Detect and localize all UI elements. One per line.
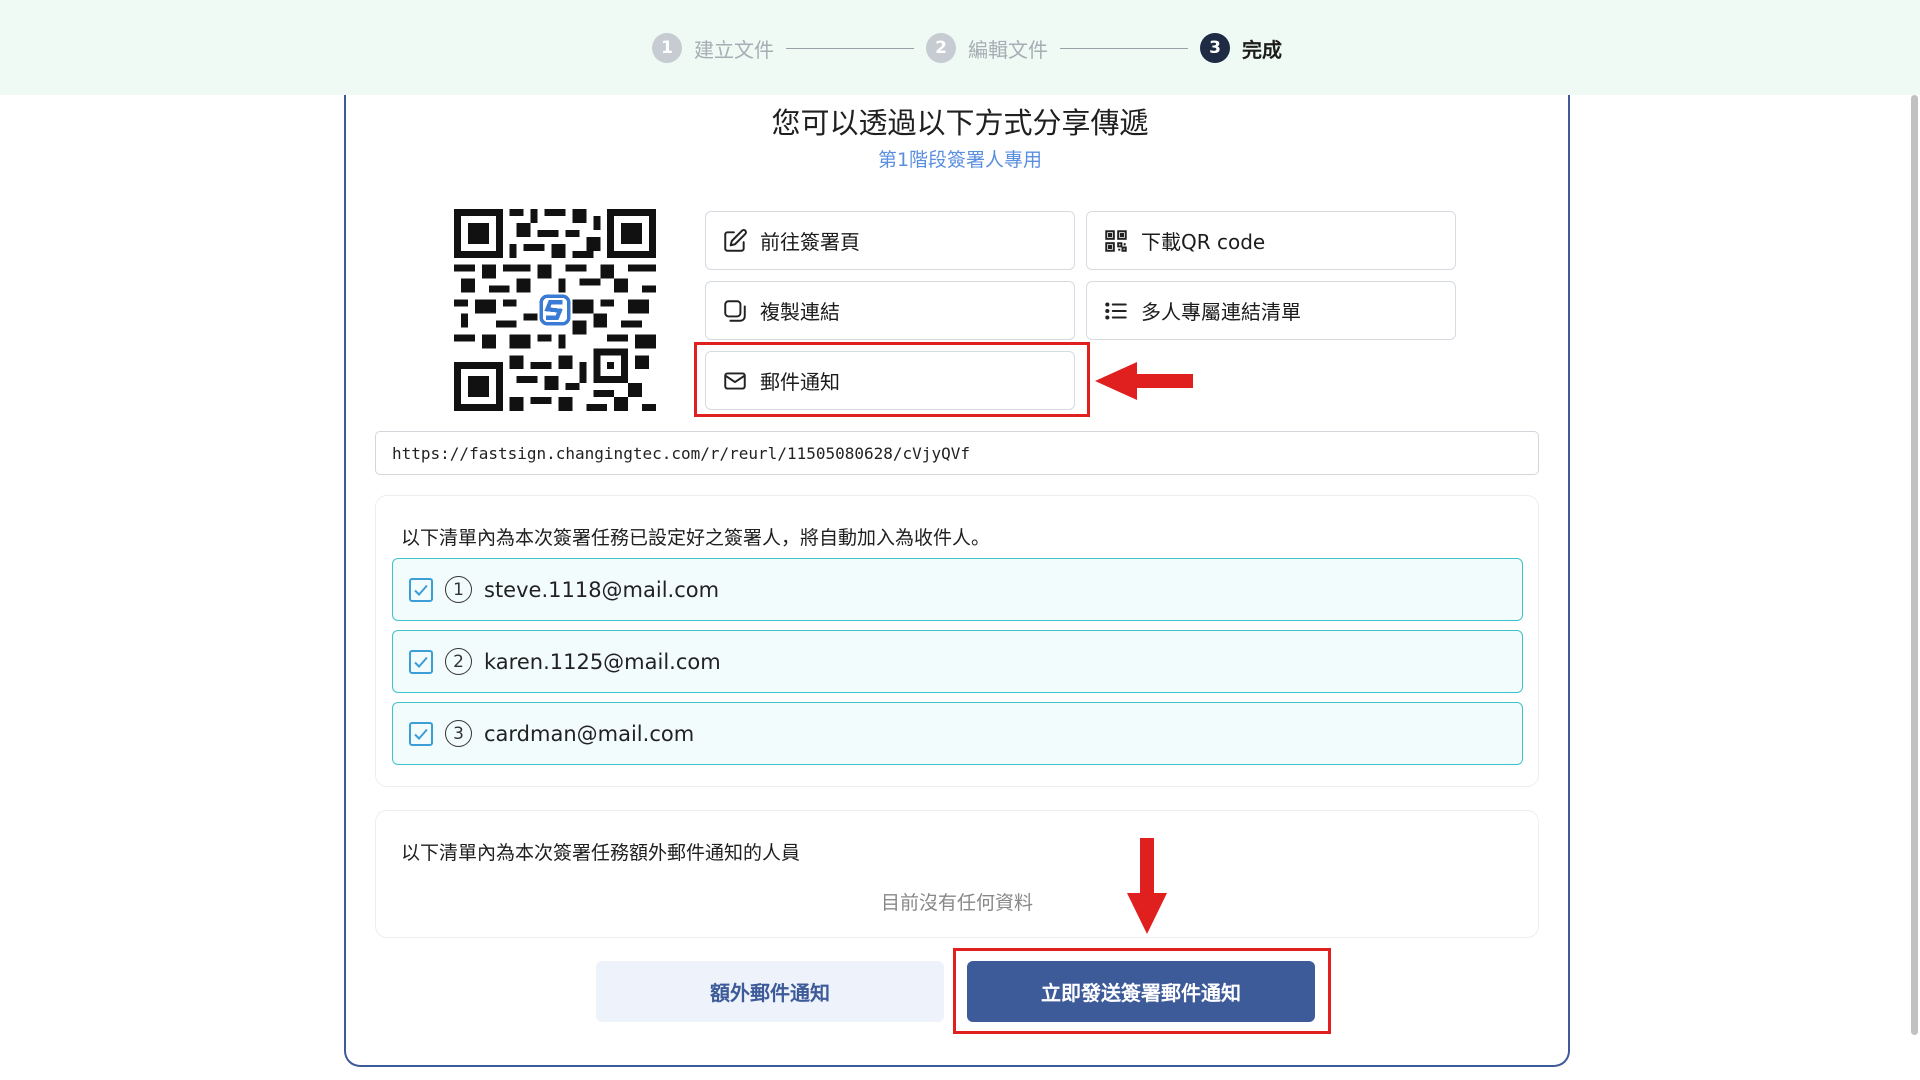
signers-panel: 以下清單內為本次簽署任務已設定好之簽署人，將自動加入為收件人。 1 steve.… (375, 495, 1539, 787)
download-qr-code-button[interactable]: 下載QR code (1086, 211, 1456, 270)
recipient-checkbox[interactable] (409, 577, 433, 602)
step-complete: 3 完成 (1200, 33, 1282, 63)
recipient-order: 2 (445, 648, 472, 675)
list-icon (1101, 296, 1131, 326)
stepper: 1 建立文件 2 編輯文件 3 完成 (652, 30, 1282, 66)
copy-link-button[interactable]: 複製連結 (705, 281, 1075, 340)
empty-state-text: 目前沒有任何資料 (880, 892, 1033, 914)
step-label: 編輯文件 (968, 37, 1048, 62)
vertical-scrollbar[interactable] (1911, 95, 1918, 1035)
recipient-row[interactable]: 3 cardman@mail.com (392, 702, 1523, 765)
page-subtitle: 第1階段簽署人專用 (877, 149, 1043, 171)
page-title: 您可以透過以下方式分享傳遞 (771, 106, 1149, 140)
recipient-checkbox[interactable] (409, 649, 433, 674)
step-edit-document: 2 編輯文件 (926, 33, 1048, 63)
check-icon (414, 584, 428, 596)
recipient-row[interactable]: 1 steve.1118@mail.com (392, 558, 1523, 621)
step-label: 完成 (1242, 37, 1282, 62)
annotation-highlight-email (694, 342, 1090, 417)
edit-icon (720, 226, 750, 256)
recipient-email: karen.1125@mail.com (484, 649, 721, 674)
step-number: 2 (926, 33, 956, 63)
step-label: 建立文件 (694, 37, 774, 62)
multi-user-links-list-button[interactable]: 多人專屬連結清單 (1086, 281, 1456, 340)
extra-email-notify-button[interactable]: 額外郵件通知 (596, 961, 944, 1022)
signers-panel-title: 以下清單內為本次簽署任務已設定好之簽署人，將自動加入為收件人。 (401, 527, 991, 549)
button-label: 前往簽署頁 (760, 230, 860, 254)
recipient-order: 3 (445, 720, 472, 747)
extra-panel-title: 以下清單內為本次簽署任務額外郵件通知的人員 (401, 842, 801, 864)
step-number: 3 (1200, 33, 1230, 63)
annotation-arrow-left-icon (1095, 362, 1193, 400)
progress-header: 1 建立文件 2 編輯文件 3 完成 (0, 0, 1920, 95)
go-to-sign-page-button[interactable]: 前往簽署頁 (705, 211, 1075, 270)
annotation-highlight-send (953, 948, 1331, 1034)
qr-code-image (454, 209, 656, 411)
button-label: 複製連結 (760, 300, 840, 324)
button-label: 下載QR code (1141, 230, 1266, 254)
qr-code-icon (1101, 226, 1131, 256)
extra-recipients-panel: 以下清單內為本次簽署任務額外郵件通知的人員 目前沒有任何資料 (375, 810, 1539, 938)
check-icon (414, 656, 428, 668)
button-label: 多人專屬連結清單 (1141, 300, 1301, 324)
step-create-document: 1 建立文件 (652, 33, 774, 63)
step-connector (1060, 47, 1188, 49)
recipient-email: cardman@mail.com (484, 721, 695, 746)
step-number: 1 (652, 33, 682, 63)
copy-icon (720, 296, 750, 326)
check-icon (414, 728, 428, 740)
annotation-arrow-down-icon (1127, 838, 1167, 934)
recipient-email: steve.1118@mail.com (484, 577, 720, 602)
step-connector (786, 47, 914, 49)
recipient-checkbox[interactable] (409, 721, 433, 746)
recipient-row[interactable]: 2 karen.1125@mail.com (392, 630, 1523, 693)
share-url-field[interactable]: https://fastsign.changingtec.com/r/reurl… (375, 431, 1539, 475)
recipient-order: 1 (445, 576, 472, 603)
